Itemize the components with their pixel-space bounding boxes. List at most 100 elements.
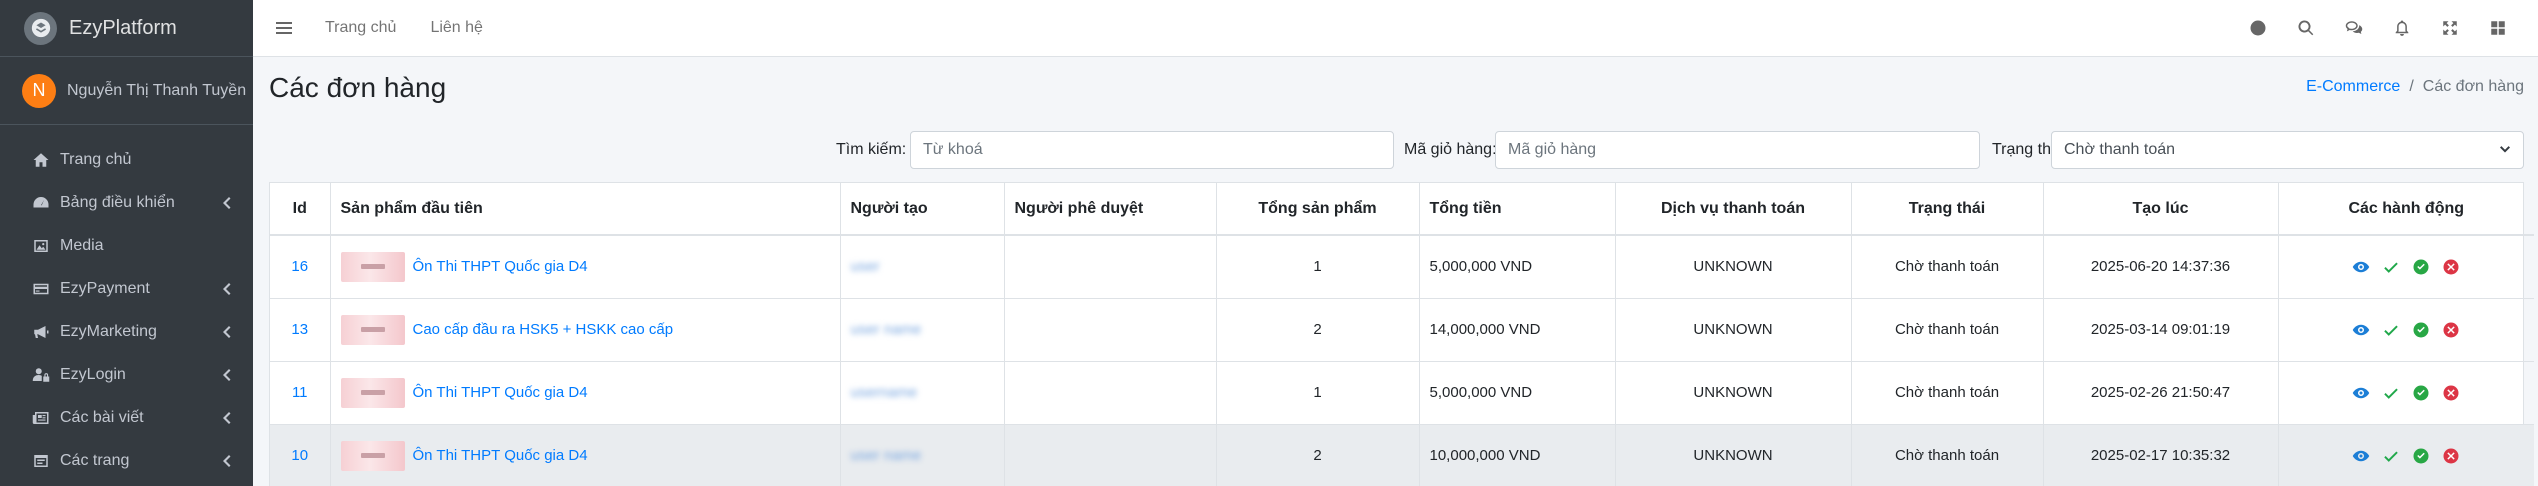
apps-grid-icon[interactable] <box>2474 8 2522 48</box>
globe-icon[interactable] <box>2234 8 2282 48</box>
complete-circle-check-icon[interactable] <box>2412 384 2430 402</box>
sidebar-item-posts[interactable]: Các bài viết <box>0 396 253 439</box>
sidebar-item-label: Trang chủ <box>60 150 132 168</box>
status-select-value: Chờ thanh toán <box>2064 141 2176 158</box>
chevron-left-icon <box>221 454 231 468</box>
column-header-status[interactable]: Trạng thái <box>1851 183 2044 236</box>
view-eye-icon[interactable] <box>2352 258 2370 276</box>
creator-link[interactable]: user <box>851 258 880 275</box>
column-header-payment-service[interactable]: Dịch vụ thanh toán <box>1615 183 1852 236</box>
sidebar-nav: Trang chủ Bảng điều khiển Media EzyPayme… <box>0 125 253 482</box>
approve-check-icon[interactable] <box>2382 321 2400 339</box>
sidebar-item-dashboard[interactable]: Bảng điều khiển <box>0 181 253 224</box>
brand-logo-icon <box>24 11 57 45</box>
cancel-circle-x-icon[interactable] <box>2442 321 2460 339</box>
product-link[interactable]: Ôn Thi THPT Quốc gia D4 <box>413 447 588 464</box>
chevron-left-icon <box>221 196 231 210</box>
created-at-value: 2025-02-17 10:35:32 <box>2090 447 2231 465</box>
status-value: Chờ thanh toán <box>1894 447 2000 465</box>
cart-code-input[interactable]: Mã giỏ hàng <box>1495 131 1980 169</box>
sidebar-item-ezylogin[interactable]: EzyLogin <box>0 353 253 396</box>
row-actions <box>2289 384 2525 402</box>
sidebar-item-pages[interactable]: Các trang <box>0 439 253 482</box>
menu-toggle-icon[interactable] <box>275 19 293 37</box>
sidebar-item-label: EzyMarketing <box>60 322 157 340</box>
user-name: Nguyễn Thị Thanh Tuyền <box>67 81 247 99</box>
approve-check-icon[interactable] <box>2382 384 2400 402</box>
sidebar-item-label: EzyPayment <box>60 279 150 297</box>
cancel-circle-x-icon[interactable] <box>2442 258 2460 276</box>
cart-code-label: Mã giỏ hàng: <box>1404 141 1497 158</box>
status-select[interactable]: Chờ thanh toán <box>2051 131 2524 169</box>
total-price-value: 5,000,000 VND <box>1429 384 1533 401</box>
order-id-link[interactable]: 16 <box>291 258 308 275</box>
brand-link[interactable]: EzyPlatform <box>0 0 253 57</box>
product-link[interactable]: Ôn Thi THPT Quốc gia D4 <box>413 384 588 401</box>
column-header-created-at[interactable]: Tạo lúc <box>2043 183 2279 236</box>
sidebar-item-ezymarketing[interactable]: EzyMarketing <box>0 310 253 353</box>
user-panel[interactable]: N Nguyễn Thị Thanh Tuyền <box>0 57 253 125</box>
sidebar-item-label: Bảng điều khiển <box>60 193 175 211</box>
search-input[interactable]: Từ khoá <box>910 131 1394 169</box>
complete-circle-check-icon[interactable] <box>2412 258 2430 276</box>
pages-icon <box>30 452 52 470</box>
top-link-contact[interactable]: Liên hệ <box>430 19 483 37</box>
bell-icon[interactable] <box>2378 8 2426 48</box>
search-icon[interactable] <box>2282 8 2330 48</box>
total-items-value: 1 <box>1313 258 1322 276</box>
sidebar-item-label: Các trang <box>60 451 130 469</box>
view-eye-icon[interactable] <box>2352 384 2370 402</box>
top-link-home[interactable]: Trang chủ <box>325 19 396 37</box>
view-eye-icon[interactable] <box>2352 321 2370 339</box>
order-id-link[interactable]: 13 <box>291 321 308 338</box>
column-header-first-product[interactable]: Sản phẩm đầu tiên <box>330 183 841 236</box>
sidebar-item-label: Media <box>60 236 104 254</box>
column-header-total-items[interactable]: Tổng sản phẩm <box>1216 183 1420 236</box>
column-header-creator[interactable]: Người tạo <box>840 183 1005 236</box>
order-id-link[interactable]: 11 <box>292 384 308 401</box>
status-value: Chờ thanh toán <box>1894 258 2000 276</box>
product-link[interactable]: Ôn Thi THPT Quốc gia D4 <box>413 258 588 275</box>
fullscreen-icon[interactable] <box>2426 8 2474 48</box>
creator-link[interactable]: user name <box>851 447 922 464</box>
order-id-link[interactable]: 10 <box>291 447 308 464</box>
breadcrumb-link-ecommerce[interactable]: E-Commerce <box>2306 78 2400 96</box>
row-actions <box>2289 447 2525 465</box>
orders-table: Id Sản phẩm đầu tiên Người tạo Người phê… <box>270 183 2534 486</box>
complete-circle-check-icon[interactable] <box>2412 321 2430 339</box>
column-header-total-price[interactable]: Tổng tiền <box>1419 183 1616 236</box>
sidebar-item-home[interactable]: Trang chủ <box>0 138 253 181</box>
cancel-circle-x-icon[interactable] <box>2442 447 2460 465</box>
search-label: Tìm kiếm: <box>836 141 907 158</box>
approve-check-icon[interactable] <box>2382 258 2400 276</box>
comments-icon[interactable] <box>2330 8 2378 48</box>
column-header-id[interactable]: Id <box>270 183 331 236</box>
created-at-value: 2025-02-26 21:50:47 <box>2090 384 2231 401</box>
total-price-value: 14,000,000 VND <box>1429 321 1541 338</box>
breadcrumb-separator: / <box>2409 78 2414 95</box>
product-link[interactable]: Cao cấp đầu ra HSK5 + HSKK cao cấp <box>413 321 674 338</box>
chevron-left-icon <box>221 282 231 296</box>
status-value: Chờ thanh toán <box>1894 321 2000 338</box>
row-actions <box>2289 258 2525 276</box>
complete-circle-check-icon[interactable] <box>2412 447 2430 465</box>
cancel-circle-x-icon[interactable] <box>2442 384 2460 402</box>
total-price-value: 10,000,000 VND <box>1429 447 1541 465</box>
sidebar-item-ezypayment[interactable]: EzyPayment <box>0 267 253 310</box>
table-row: 10 Ôn Thi THPT Quốc gia D4 user name 2 1… <box>270 423 2534 486</box>
table-header-row: Id Sản phẩm đầu tiên Người tạo Người phê… <box>270 183 2534 236</box>
column-header-actions: Các hành động <box>2278 183 2534 236</box>
creator-link[interactable]: username <box>851 384 918 401</box>
total-items-value: 1 <box>1313 384 1322 401</box>
column-header-approver[interactable]: Người phê duyệt <box>1004 183 1217 236</box>
product-thumbnail <box>340 314 405 345</box>
chevron-left-icon <box>221 325 231 339</box>
approve-check-icon[interactable] <box>2382 447 2400 465</box>
image-icon <box>30 237 52 255</box>
sidebar-item-media[interactable]: Media <box>0 224 253 267</box>
top-navbar: Trang chủ Liên hệ <box>253 0 2538 57</box>
newspaper-icon <box>30 409 52 427</box>
creator-link[interactable]: user name <box>851 321 922 338</box>
view-eye-icon[interactable] <box>2352 447 2370 465</box>
table-row: 16 Ôn Thi THPT Quốc gia D4 user 1 5,000,… <box>270 234 2534 298</box>
